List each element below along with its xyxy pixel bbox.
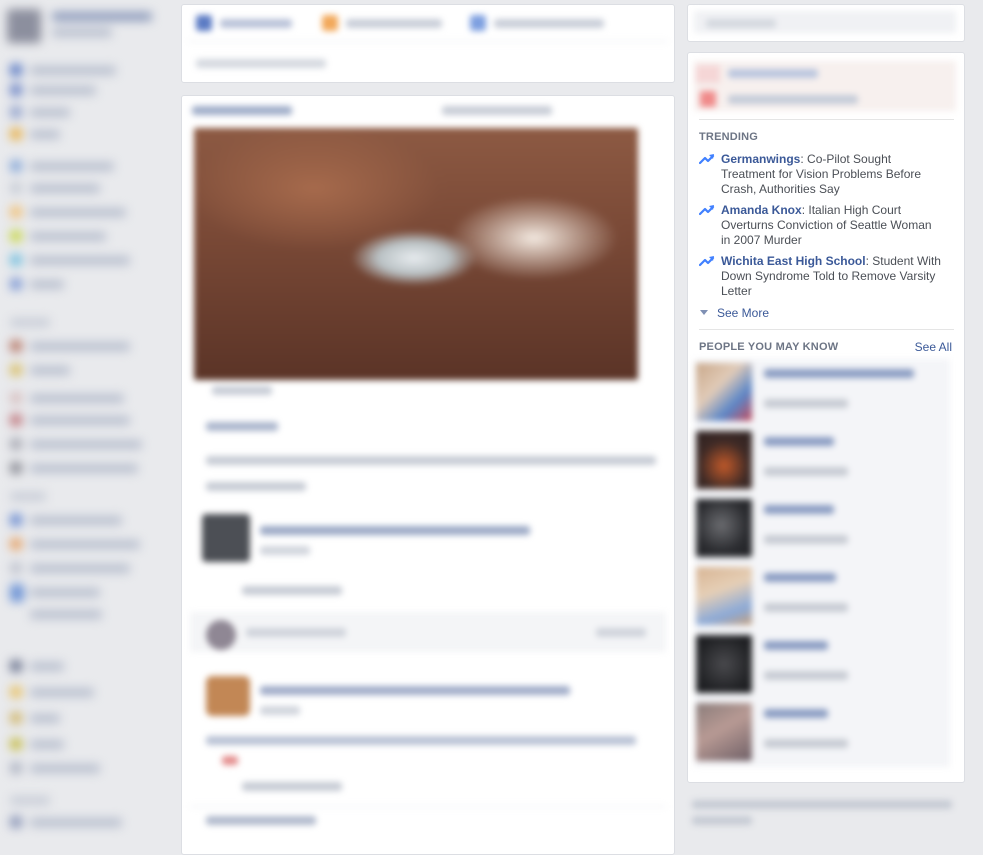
trending-text: Amanda Knox: Italian High Court Overturn… [721,203,943,248]
people-you-may-know-title: PEOPLE YOU MAY KNOW [699,341,839,353]
right-search-box[interactable] [687,4,965,42]
events-widget [694,61,956,111]
trending-item[interactable]: Wichita East High School: Student With D… [699,254,949,302]
trending-topic[interactable]: Wichita East High School [721,254,866,268]
person-suggestion[interactable] [694,495,950,561]
trending-up-arrow-icon [699,154,715,165]
person-suggestion[interactable] [694,359,950,425]
trending-up-arrow-icon [699,256,715,267]
status-composer[interactable] [181,4,675,83]
trending-item[interactable]: Amanda Knox: Italian High Court Overturn… [699,203,949,251]
person-suggestion[interactable] [694,427,950,493]
footer-links [690,796,970,836]
see-all-link[interactable]: See All [915,340,952,354]
trending-topic[interactable]: Amanda Knox [721,203,802,217]
see-more-link[interactable]: See More [699,306,769,320]
post-image[interactable] [194,128,638,380]
people-list [688,359,964,769]
trending-item[interactable]: Germanwings: Co-Pilot Sought Treatment f… [699,152,949,200]
trending-text: Germanwings: Co-Pilot Sought Treatment f… [721,152,943,197]
trending-text: Wichita East High School: Student With D… [721,254,943,299]
profile-avatar[interactable] [7,9,41,43]
trending-title: TRENDING [699,131,759,143]
person-suggestion[interactable] [694,563,950,629]
see-more-label: See More [717,306,770,320]
person-suggestion[interactable] [694,699,950,765]
trending-topic[interactable]: Germanwings [721,152,800,166]
feed-post [181,95,675,855]
person-suggestion[interactable] [694,631,950,697]
left-navigation [0,0,176,846]
trending-up-arrow-icon [699,205,715,216]
right-sidebar-card: TRENDING Germanwings: Co-Pilot Sought Tr… [687,52,965,783]
triangle-down-icon [700,310,708,316]
